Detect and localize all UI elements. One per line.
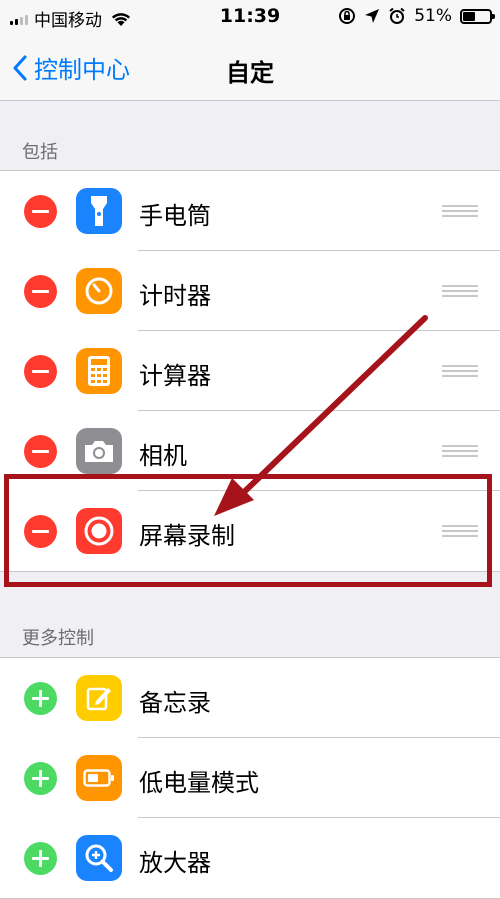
arrow-annotation: [214, 315, 428, 516]
